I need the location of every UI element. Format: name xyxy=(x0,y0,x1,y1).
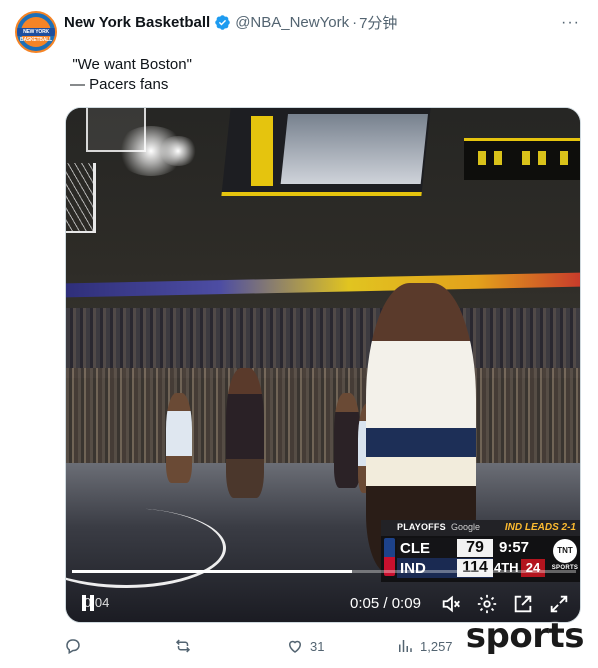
settings-gear-icon[interactable] xyxy=(476,593,498,615)
video-time: 0:05 / 0:09 xyxy=(350,595,421,612)
game-clock: 9:57 xyxy=(499,539,530,556)
home-team: IND xyxy=(400,560,426,577)
verified-badge-icon xyxy=(215,14,230,30)
elapsed-overlay: 0:04 xyxy=(84,595,110,610)
like-button[interactable]: 31 xyxy=(286,636,324,656)
reply-button[interactable] xyxy=(64,636,88,656)
time-total: 0:09 xyxy=(391,595,421,612)
time-separator: / xyxy=(383,595,388,612)
fullscreen-icon[interactable] xyxy=(548,593,570,615)
author-display-name[interactable]: New York Basketball xyxy=(64,14,210,31)
shot-clock: 24 xyxy=(521,559,545,577)
away-team: CLE xyxy=(400,540,430,557)
author-avatar[interactable]: NEW YORK BASKETBALL xyxy=(15,11,57,53)
retweet-button[interactable] xyxy=(174,636,198,656)
avatar-label: NEW YORK BASKETBALL xyxy=(17,28,55,43)
network-logo: TNT xyxy=(553,539,577,563)
tweet-text-line2: — Pacers fans xyxy=(70,76,169,93)
like-count: 31 xyxy=(310,638,325,654)
volume-muted-icon[interactable] xyxy=(440,593,462,615)
tweet-header: New York Basketball @NBA_NewYork · 7分钟 xyxy=(64,12,397,32)
retweet-icon xyxy=(175,639,191,653)
author-handle[interactable]: @NBA_NewYork xyxy=(235,14,349,31)
scorebug-home-row: IND 114 xyxy=(397,558,493,578)
more-options-icon[interactable]: ··· xyxy=(561,14,580,32)
separator-dot: · xyxy=(352,13,358,31)
views-count: 1,257 xyxy=(420,638,453,654)
views-button[interactable]: 1,257 xyxy=(396,636,453,656)
heart-icon xyxy=(288,640,302,653)
watermark: sports xyxy=(465,616,585,656)
scorebug-playoffs-label: PLAYOFFS xyxy=(397,522,446,532)
reply-icon xyxy=(66,639,80,655)
time-current: 0:05 xyxy=(350,595,380,612)
scorebug-series-status: IND LEADS 2-1 xyxy=(504,522,576,533)
home-score: 114 xyxy=(457,559,493,577)
pop-out-icon[interactable] xyxy=(512,593,534,615)
views-chart-icon xyxy=(399,640,412,652)
tweet-text-line1: "We want Boston" xyxy=(72,56,192,73)
video-progress-fill xyxy=(72,570,353,573)
away-score: 79 xyxy=(457,539,493,557)
video-progress-bar[interactable] xyxy=(72,570,576,573)
video-player[interactable]: PLAYOFFS Google IND LEADS 2-1 CLE 79 IND… xyxy=(65,107,581,623)
tweet-text: "We want Boston" — Pacers fans xyxy=(64,35,192,95)
scorebug-sponsor: Google xyxy=(451,522,481,532)
scorebug-away-row: CLE 79 xyxy=(397,538,493,558)
post-time[interactable]: 7分钟 xyxy=(359,12,397,33)
